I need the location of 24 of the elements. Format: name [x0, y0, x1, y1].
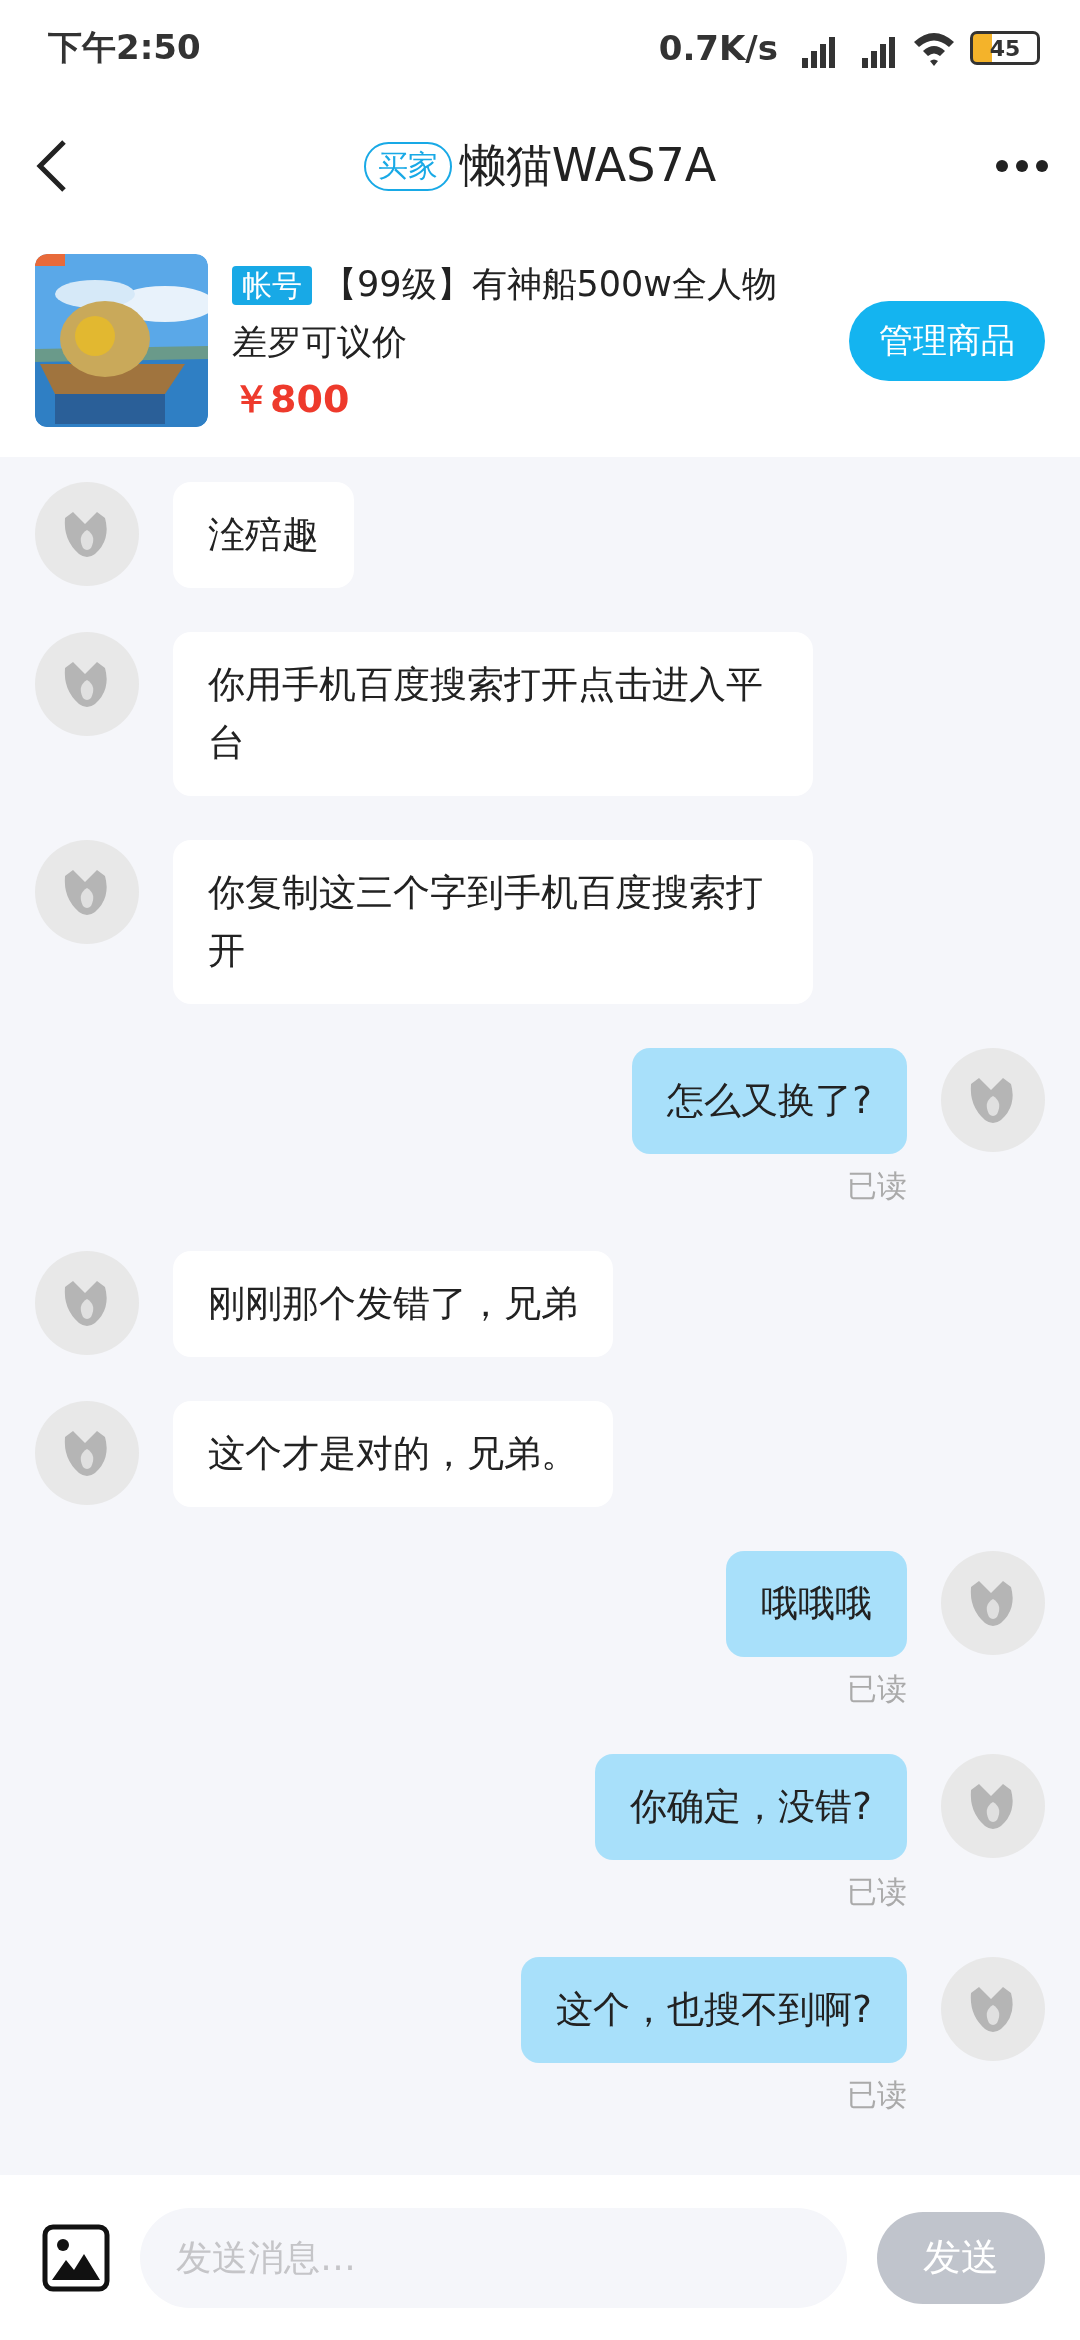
product-title: 帐号 【99级】有神船500w全人物差罗可议价	[232, 263, 778, 364]
read-receipt: 已读	[847, 2076, 907, 2114]
read-receipt: 已读	[847, 1670, 907, 1708]
status-time: 下午2:50	[48, 26, 201, 69]
message-bubble: 你用手机百度搜索打开点击进入平台	[173, 632, 813, 796]
message-bubble: 这个才是对的，兄弟。	[173, 1401, 613, 1507]
network-speed: 0.7K/s	[658, 28, 778, 68]
message-bubble: 这个，也搜不到啊?	[521, 1957, 907, 2063]
read-receipt: 已读	[847, 1873, 907, 1911]
chat-title: 懒猫WAS7A	[459, 137, 717, 194]
manage-button[interactable]: 管理商品	[849, 300, 1045, 381]
product-price: ￥800	[232, 376, 351, 423]
image-icon[interactable]	[42, 2223, 110, 2292]
message-bubble: 哦哦哦	[726, 1551, 907, 1657]
message-bubble: 刚刚那个发错了，兄弟	[173, 1251, 613, 1357]
wifi-icon	[912, 30, 956, 66]
message-bubble: 怎么又换了?	[632, 1048, 907, 1154]
message-bubble: 你复制这三个字到手机百度搜索打开	[173, 840, 813, 1004]
message-bubble: 你确定，没错?	[595, 1754, 907, 1860]
more-icon[interactable]	[994, 158, 1050, 174]
send-button[interactable]: 发送	[877, 2211, 1045, 2304]
message-bubble: 洤殕趣	[173, 482, 354, 588]
role-badge: 买家	[363, 141, 452, 191]
read-receipt: 已读	[847, 1167, 907, 1205]
